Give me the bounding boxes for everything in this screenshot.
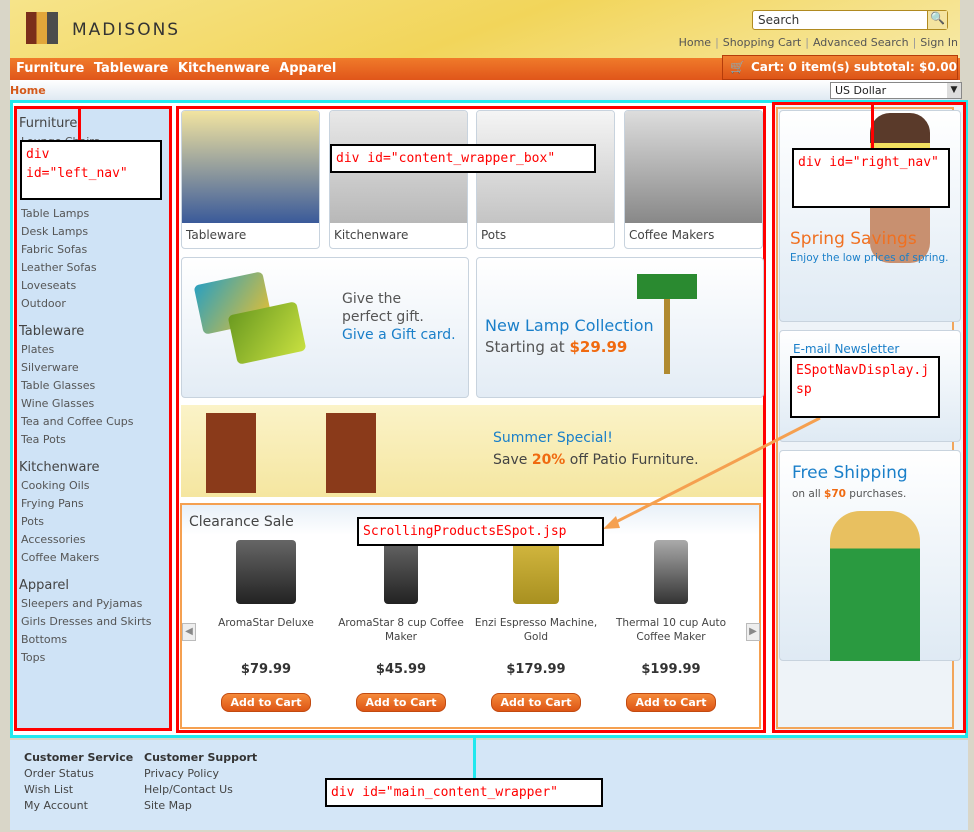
annotation-left-nav: div id="left_nav" [20,140,162,200]
annotation-content-wrapper: div id="content_wrapper_box" [330,144,596,173]
annotation-scrolling-products: ScrollingProductsESpot.jsp [357,517,604,546]
annotation-right-nav: div id="right_nav" [792,148,950,208]
annotation-main-content: div id="main_content_wrapper" [325,778,603,807]
annotation-espot-nav: ESpotNavDisplay.jsp [790,356,940,418]
